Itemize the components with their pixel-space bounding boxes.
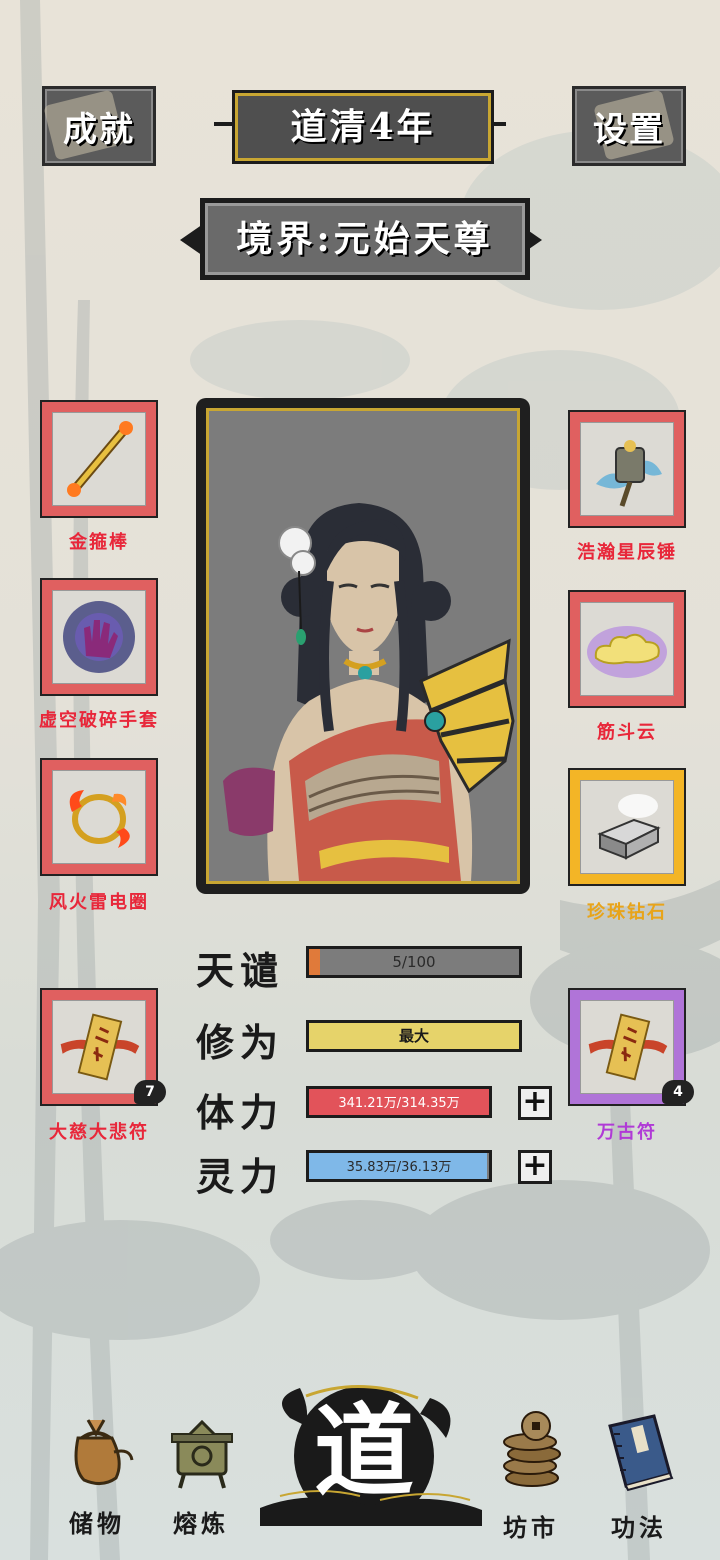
equip-slot-star-hammer[interactable] bbox=[568, 410, 686, 528]
stat-label-tili: 体力 bbox=[196, 1090, 285, 1135]
lingli-add-button[interactable]: + bbox=[518, 1150, 552, 1184]
talisman-icon bbox=[588, 1013, 668, 1081]
year-banner: 道清4年 bbox=[232, 90, 494, 164]
item-count-badge: 4 bbox=[662, 1080, 694, 1104]
equip-slot-fire-ring[interactable] bbox=[40, 758, 158, 876]
golden-staff-icon bbox=[67, 421, 133, 497]
nav-label-dao: 道 bbox=[314, 1392, 414, 1510]
equip-slot-void-glove[interactable] bbox=[40, 578, 158, 696]
year-label: 道清4年 bbox=[290, 106, 436, 148]
stat-bar-tianqian: 5/100 bbox=[306, 946, 522, 978]
nav-label-skills: 功法 bbox=[611, 1513, 667, 1542]
equip-label-fire-ring: 风火雷电圈 bbox=[49, 892, 149, 913]
stat-label-tianqian: 天谴 bbox=[196, 948, 285, 993]
stat-value-xiuwei: 最大 bbox=[398, 1027, 429, 1045]
equip-slot-pearl-diamond[interactable] bbox=[568, 768, 686, 886]
realm-label: 境界:元始天尊 bbox=[236, 218, 494, 260]
realm-banner: 境界:元始天尊 bbox=[200, 198, 530, 280]
star-hammer-icon bbox=[596, 440, 662, 507]
nav-label-market: 坊市 bbox=[503, 1513, 559, 1542]
nav-skills[interactable]: 功法 bbox=[594, 1408, 684, 1542]
settings-button[interactable]: 设置 bbox=[572, 86, 686, 166]
nav-label-storage: 储物 bbox=[69, 1509, 125, 1538]
manual-book-icon bbox=[608, 1414, 674, 1492]
achievement-button[interactable]: 成就 bbox=[42, 86, 156, 166]
year-banner-line-left bbox=[214, 122, 234, 126]
equip-slot-golden-staff[interactable] bbox=[40, 400, 158, 518]
nav-market[interactable]: 坊市 bbox=[486, 1408, 576, 1542]
stat-bar-xiuwei: 最大 bbox=[306, 1020, 522, 1052]
nav-smelt[interactable]: 熔炼 bbox=[156, 1408, 246, 1542]
fire-ring-icon bbox=[69, 790, 130, 848]
character-portrait[interactable] bbox=[209, 411, 517, 881]
equip-label-compassion-talisman: 大慈大悲符 bbox=[49, 1122, 149, 1143]
equip-label-void-glove: 虚空破碎手套 bbox=[39, 710, 159, 731]
stat-bar-lingli: 35.83万/36.13万 bbox=[306, 1150, 492, 1182]
equip-label-eternal-talisman: 万古符 bbox=[597, 1122, 657, 1143]
settings-label: 设置 bbox=[593, 109, 665, 150]
nav-label-smelt: 熔炼 bbox=[173, 1509, 229, 1538]
achievement-label: 成就 bbox=[63, 109, 135, 150]
stat-value-tianqian: 5/100 bbox=[392, 953, 436, 971]
cloud-icon bbox=[587, 626, 667, 678]
stat-value-lingli: 35.83万/36.13万 bbox=[346, 1160, 452, 1175]
stat-bar-tili: 341.21万/314.35万 bbox=[306, 1086, 492, 1118]
equip-label-pearl-diamond: 珍珠钻石 bbox=[587, 902, 667, 923]
stat-label-xiuwei: 修为 bbox=[196, 1020, 285, 1065]
nav-storage[interactable]: 储物 bbox=[52, 1408, 142, 1542]
equip-label-golden-staff: 金箍棒 bbox=[69, 532, 129, 553]
tili-add-button[interactable]: + bbox=[518, 1086, 552, 1120]
stat-label-lingli: 灵力 bbox=[196, 1154, 285, 1199]
storage-bag-icon bbox=[74, 1419, 134, 1485]
diamond-box-icon bbox=[597, 794, 661, 860]
equip-label-star-hammer: 浩瀚星辰锤 bbox=[577, 542, 677, 563]
coins-stack-icon bbox=[503, 1411, 561, 1487]
equip-slot-cloud[interactable] bbox=[568, 590, 686, 708]
equip-label-cloud: 筋斗云 bbox=[597, 722, 657, 743]
cauldron-icon bbox=[171, 1419, 233, 1489]
talisman-icon bbox=[60, 1013, 140, 1081]
stat-fill-tianqian bbox=[309, 949, 320, 975]
void-glove-icon bbox=[63, 601, 135, 673]
character-portrait-frame bbox=[196, 398, 530, 894]
item-count-badge: 7 bbox=[134, 1080, 166, 1104]
stat-value-tili: 341.21万/314.35万 bbox=[338, 1096, 460, 1111]
nav-dao-button[interactable]: 道 bbox=[250, 1378, 490, 1530]
